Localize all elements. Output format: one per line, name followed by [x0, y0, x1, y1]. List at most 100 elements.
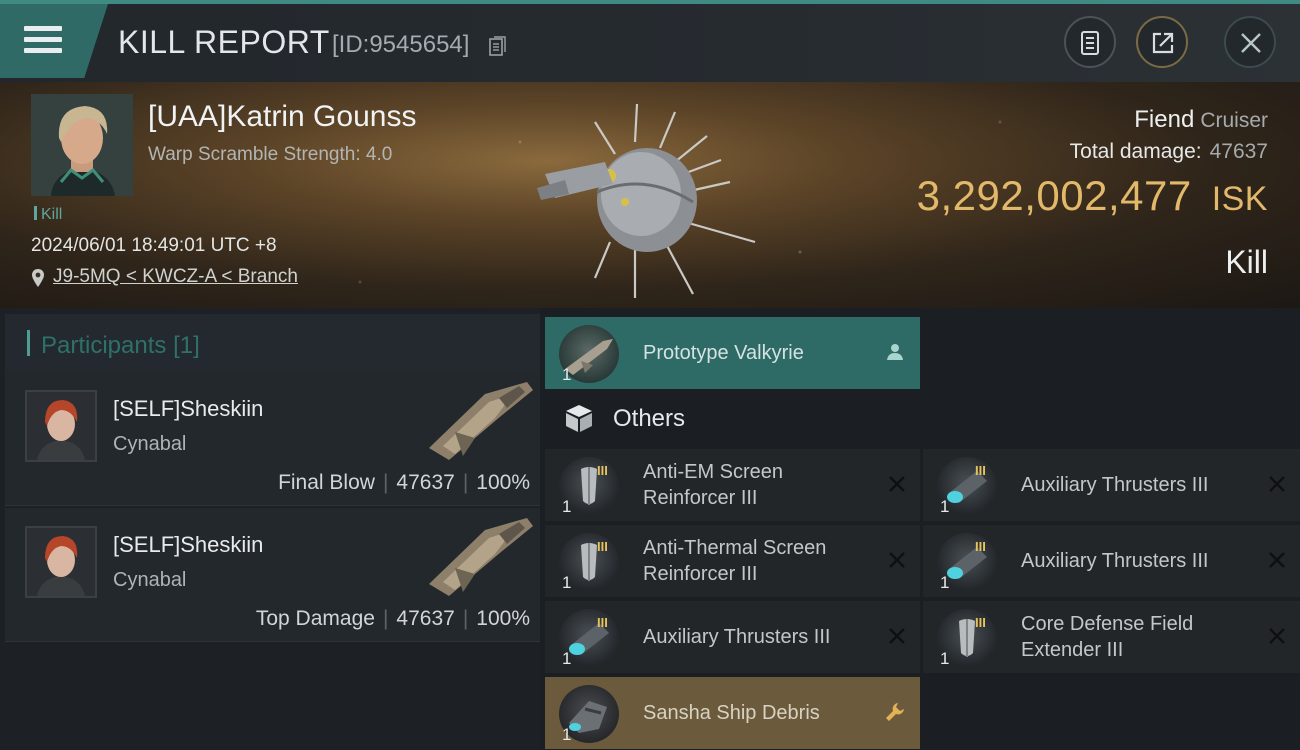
destroyed-icon [889, 552, 905, 568]
rank-mark: III [975, 615, 986, 630]
victim-portrait[interactable] [31, 94, 133, 196]
items-panel: 1 Prototype Valkyrie Others III 1 Anti-E… [540, 308, 1300, 750]
item-row[interactable]: III 1 Auxiliary Thrusters III [923, 449, 1300, 521]
share-button[interactable] [1136, 16, 1188, 68]
item-quantity: 1 [562, 649, 572, 668]
total-damage: Total damage: 47637 [1070, 140, 1268, 164]
participant-avatar[interactable] [25, 526, 97, 598]
participant-ship-image [429, 518, 533, 596]
item-quantity: 1 [940, 497, 950, 516]
others-label: Others [613, 405, 686, 432]
item-quantity: 1 [562, 573, 572, 592]
participant-damage: 47637 [396, 471, 455, 494]
participant-ship-image [429, 382, 533, 460]
participants-title: Participants [1] [41, 332, 200, 360]
participant-role: Final Blow [278, 471, 375, 494]
destroyed-icon [889, 476, 905, 492]
item-label: Auxiliary Thrusters III [643, 626, 831, 648]
kill-tag: Kill [34, 206, 62, 224]
participants-count: [1] [173, 332, 200, 359]
total-damage-label: Total damage: [1069, 140, 1202, 163]
item-quantity: 1 [562, 497, 572, 516]
kill-result: Kill [1225, 244, 1268, 280]
isk-value: 3,292,002,477 ISK [917, 172, 1268, 220]
item-row[interactable]: 1 Sansha Ship Debris [545, 677, 920, 749]
destroyed-icon [1269, 476, 1285, 492]
item-row[interactable]: III 1 Auxiliary Thrusters III [923, 525, 1300, 597]
victim-ship-class: Cruiser [1200, 109, 1268, 132]
page-title: KILL REPORT [118, 24, 330, 60]
kill-id: [ID:9545654] [332, 31, 470, 58]
item-label: Prototype Valkyrie [643, 342, 804, 364]
victim-banner: [UAA]Katrin Gounss Warp Scramble Strengt… [0, 82, 1300, 308]
wrench-icon [886, 703, 904, 721]
item-row[interactable]: III 1 Auxiliary Thrusters III [545, 601, 920, 673]
participant-damage: 47637 [396, 607, 455, 630]
item-row[interactable]: III 1 Anti-EM Screen Reinforcer III [545, 449, 920, 521]
destroyed-icon [1269, 628, 1285, 644]
rank-mark: III [975, 463, 986, 478]
victim-ship[interactable]: Fiend Cruiser [1134, 106, 1268, 134]
participants-header: Participants [1] [5, 314, 540, 372]
others-section-header: Others [545, 392, 915, 448]
victim-subtitle: Warp Scramble Strength: 4.0 [148, 144, 393, 165]
kill-tag-label: Kill [41, 206, 63, 223]
pilot-portrait-icon [27, 528, 95, 596]
header-accent-line [0, 0, 1300, 4]
participants-title-text: Participants [41, 332, 167, 359]
item-label: Core Defense Field Extender III [1021, 613, 1194, 661]
item-label: Anti-Thermal Screen Reinforcer III [643, 537, 827, 585]
clipboard-icon [1081, 31, 1099, 55]
close-button[interactable] [1224, 16, 1276, 68]
kill-datetime: 2024/06/01 18:49:01 UTC +8 [31, 235, 277, 256]
drone-item[interactable]: 1 Prototype Valkyrie [545, 317, 920, 389]
participants-header-accent [27, 330, 30, 356]
participant-name[interactable]: [SELF]Sheskiin [113, 532, 263, 558]
item-label: Auxiliary Thrusters III [1021, 474, 1209, 496]
destroyed-icon [889, 628, 905, 644]
participant-row[interactable]: [SELF]Sheskiin Cynabal Top Damage | 47637 |… [5, 508, 540, 642]
total-damage-value: 47637 [1209, 140, 1268, 163]
participant-stats: Final Blow | 47637 | 100% [278, 471, 530, 494]
copy-icon[interactable] [489, 35, 507, 57]
rank-mark: III [597, 463, 608, 478]
participant-percent: 100% [476, 471, 530, 494]
item-label: Auxiliary Thrusters III [1021, 550, 1209, 572]
item-label: Sansha Ship Debris [643, 702, 820, 724]
participant-row[interactable]: [SELF]Sheskiin Cynabal Final Blow | 47637 |… [5, 372, 540, 506]
item-quantity: 1 [940, 573, 950, 592]
item-row[interactable]: III 1 Anti-Thermal Screen Reinforcer III [545, 525, 920, 597]
rank-mark: III [597, 615, 608, 630]
rank-mark: III [597, 539, 608, 554]
rank-mark: III [975, 539, 986, 554]
kill-location[interactable]: J9-5MQ < KWCZ-A < Branch [31, 266, 298, 288]
victim-ship-name: Fiend [1134, 106, 1195, 133]
participant-ship: Cynabal [113, 433, 187, 455]
participant-role: Top Damage [255, 607, 375, 630]
victim-name[interactable]: [UAA]Katrin Gounss [148, 100, 416, 134]
location-link[interactable]: J9-5MQ < KWCZ-A < Branch [53, 266, 298, 287]
close-icon [1241, 33, 1261, 53]
header-bar: KILL REPORT [ID:9545654] [0, 0, 1300, 82]
report-button[interactable] [1064, 16, 1116, 68]
menu-icon [24, 26, 62, 54]
isk-amount: 3,292,002,477 [916, 172, 1192, 219]
item-quantity: 1 [940, 649, 950, 668]
participant-name[interactable]: [SELF]Sheskiin [113, 396, 263, 422]
cargo-box-icon [566, 405, 592, 432]
pilot-portrait-icon [27, 392, 95, 460]
pilot-portrait-icon [31, 94, 133, 196]
menu-button[interactable] [0, 4, 108, 78]
item-label: Anti-EM Screen Reinforcer III [643, 461, 784, 509]
item-row[interactable]: III 1 Core Defense Field Extender III [923, 601, 1300, 673]
kill-report-screen: KILL REPORT [ID:9545654] [UAA]Katrin Gou… [0, 0, 1300, 750]
participant-avatar[interactable] [25, 390, 97, 462]
destroyed-icon [1269, 552, 1285, 568]
share-icon [1152, 32, 1174, 54]
location-pin-icon [32, 269, 44, 287]
participant-percent: 100% [476, 607, 530, 630]
pilot-icon [887, 344, 903, 360]
participant-stats: Top Damage | 47637 | 100% [255, 607, 530, 630]
isk-unit: ISK [1211, 180, 1268, 218]
participants-panel: Participants [1] [SELF]Sheskiin Cynabal … [0, 308, 540, 750]
